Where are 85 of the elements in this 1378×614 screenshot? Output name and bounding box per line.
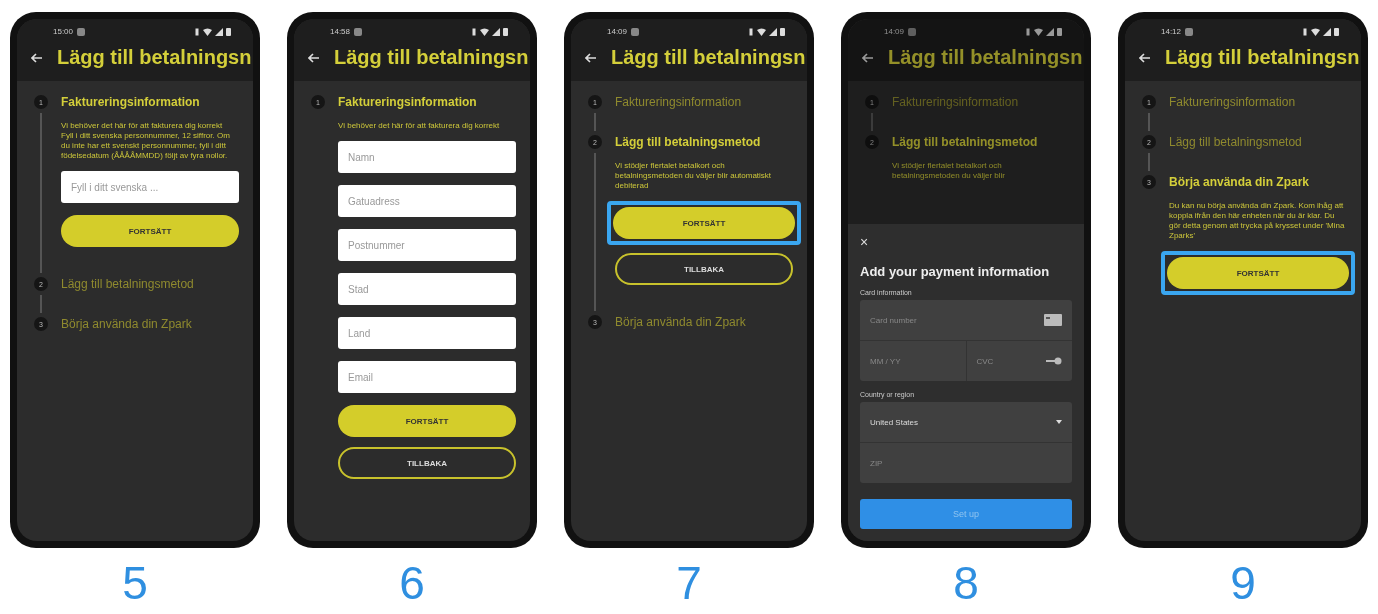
step-caption: 8 [953,560,979,606]
input-field[interactable]: Namn [338,141,516,173]
back-arrow-icon[interactable] [308,52,320,63]
back-arrow-icon[interactable] [1139,52,1151,63]
vibrate-icon [1025,27,1031,36]
signal-icon [769,27,777,36]
credit-card-icon [1044,314,1062,326]
step-description: Vi behöver det här för att fakturera dig korrekt Fyll i ditt svenska personnummer, 12 siffror. Om du inte har ett svenskt personnummer, fyll i ditt födelsedatum (ÅÅÅÅMMDD) följt av fyra nollor. [61,121,231,161]
battery-icon [503,27,508,36]
wifi-icon [1034,27,1043,36]
back-arrow-icon[interactable] [585,52,597,63]
step-title[interactable]: Börja använda din Zpark [61,317,239,331]
input-field[interactable]: MM / YY [860,341,966,381]
step-title[interactable]: Börja använda din Zpark [615,315,793,329]
screen-title: Lägg till betalningsn [611,46,806,69]
screen-title: Lägg till betalningsn [888,46,1083,69]
back-button[interactable]: TILLBAKA [615,253,793,285]
back-arrow-icon[interactable] [862,52,874,63]
battery-icon [1334,27,1339,36]
cvc-icon [1046,357,1062,365]
step-caption: 6 [399,560,425,606]
caret-icon [1056,420,1062,424]
battery-icon [226,27,231,36]
sheet-title: Add your payment information [860,264,1051,279]
step-description: Vi stödjer flertalet betalkort och betalningsmetoden du väljer blir automatiskt debiterad [615,161,773,191]
input-field[interactable]: ZIP [860,443,1072,483]
step-description: Vi stödjer flertalet betalkort och betalningsmetoden du väljer blir [892,161,1006,181]
close-button[interactable]: × [860,234,869,250]
back-arrow-icon[interactable] [31,52,43,63]
step-title[interactable]: Lägg till betalningsmetod [61,277,239,291]
screen-title: Lägg till betalningsn [57,46,252,69]
screen-title: Lägg till betalningsn [334,46,529,69]
step-title[interactable]: Faktureringsinformation [61,95,239,109]
battery-icon [780,27,785,36]
input-field[interactable]: Postnummer [338,229,516,261]
input-field[interactable]: Gatuadress [338,185,516,217]
step-title[interactable]: Lägg till betalningsmetod [892,135,1070,149]
signal-icon [492,27,500,36]
wifi-icon [757,27,766,36]
status-time: 14:58 [330,27,351,36]
signal-icon [1046,27,1054,36]
vibrate-icon [194,27,200,36]
status-time: 14:09 [884,27,905,36]
wifi-icon [203,27,212,36]
vibrate-icon [471,27,477,36]
notification-icon [354,27,363,36]
back-button[interactable]: TILLBAKA [338,447,516,479]
step-caption: 7 [676,560,702,606]
signal-icon [215,27,223,36]
signal-icon [1323,27,1331,36]
notification-icon [1185,27,1194,36]
continue-button[interactable]: FORTSÄTT [613,207,795,239]
step-description: Vi behöver det här för att fakturera dig korrekt [338,121,501,131]
step-caption: 5 [122,560,148,606]
input-field[interactable]: Email [338,361,516,393]
step-title[interactable]: Faktureringsinformation [892,95,1070,109]
wifi-icon [1311,27,1320,36]
step-title[interactable]: Börja använda din Zpark [1169,175,1347,189]
notification-icon [631,27,640,36]
battery-icon [1057,27,1062,36]
input-field[interactable]: Land [338,317,516,349]
continue-button[interactable]: FORTSÄTT [1167,257,1349,289]
vibrate-icon [748,27,754,36]
country-select[interactable]: United States [860,402,1072,442]
step-caption: 9 [1230,560,1256,606]
notification-icon [77,27,86,36]
input-field[interactable]: Fyll i ditt svenska ... [61,171,239,203]
screen-title: Lägg till betalningsn [1165,46,1360,69]
step-title[interactable]: Faktureringsinformation [1169,95,1347,109]
vibrate-icon [1302,27,1308,36]
notification-icon [908,27,917,36]
step-title[interactable]: Faktureringsinformation [615,95,793,109]
input-field[interactable]: Stad [338,273,516,305]
status-time: 14:09 [607,27,628,36]
step-title[interactable]: Lägg till betalningsmetod [1169,135,1347,149]
status-time: 15:00 [53,27,74,36]
input-field[interactable]: Card number [860,300,1072,340]
step-description: Du kan nu börja använda din Zpark. Kom ihåg att koppla ifrån den här enheten när du är klar. Du gör detta genom att trycka på krysset under 'Mina Zparks' [1169,201,1346,241]
continue-button[interactable]: FORTSÄTT [338,405,516,437]
wifi-icon [480,27,489,36]
continue-button[interactable]: FORTSÄTT [61,215,239,247]
step-title[interactable]: Faktureringsinformation [338,95,516,109]
step-title[interactable]: Lägg till betalningsmetod [615,135,793,149]
input-field[interactable]: CVC [965,341,1072,381]
status-time: 14:12 [1161,27,1182,36]
